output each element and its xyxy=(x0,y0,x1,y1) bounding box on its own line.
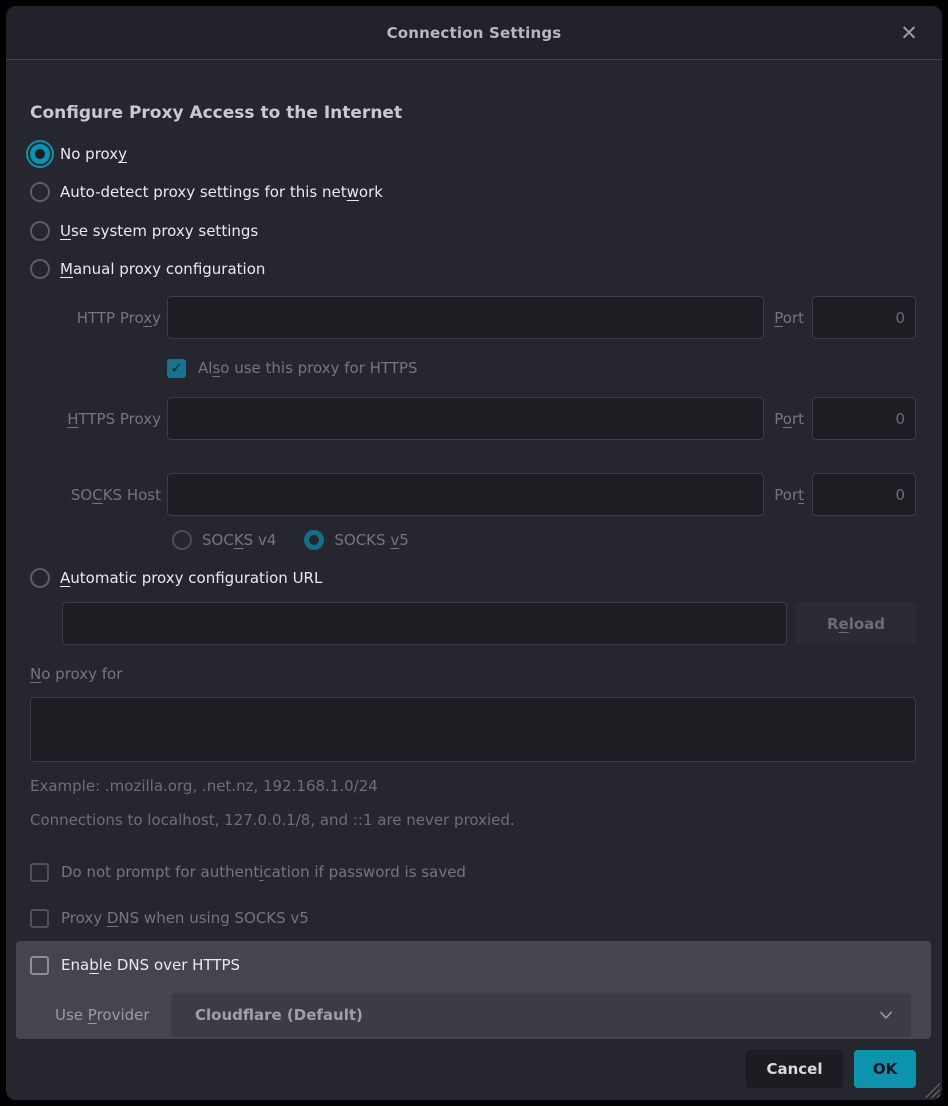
https-port-label: Port xyxy=(772,410,804,428)
auto-config-url-input[interactable] xyxy=(62,602,787,645)
radio-no-proxy[interactable] xyxy=(30,144,50,164)
close-icon[interactable]: ✕ xyxy=(892,6,926,60)
radio-row-auto-url[interactable]: Automatic proxy configuration URL xyxy=(30,565,916,591)
radio-no-proxy-label: No proxy xyxy=(60,145,127,163)
also-https-checkbox[interactable]: ✓ xyxy=(167,359,186,378)
no-prompt-auth-row[interactable]: Do not prompt for authentication if pass… xyxy=(30,859,916,885)
https-proxy-row: HTTPS Proxy Port xyxy=(30,397,916,440)
socks-host-row: SOCKS Host Port xyxy=(30,473,916,516)
radio-socks-v5[interactable] xyxy=(304,530,324,550)
https-proxy-input[interactable] xyxy=(167,397,764,440)
also-https-row[interactable]: ✓ Also use this proxy for HTTPS xyxy=(167,355,916,381)
proxy-dns-row[interactable]: Proxy DNS when using SOCKS v5 xyxy=(30,905,916,931)
https-port-input[interactable] xyxy=(812,397,916,440)
proxy-dns-checkbox[interactable] xyxy=(30,909,49,928)
no-prompt-auth-checkbox[interactable] xyxy=(30,863,49,882)
socks-host-input[interactable] xyxy=(167,473,764,516)
dialog-title: Connection Settings xyxy=(387,24,562,42)
socks-v4-label: SOCKS v4 xyxy=(202,531,276,549)
radio-auto-url-label: Automatic proxy configuration URL xyxy=(60,569,322,587)
http-port-input[interactable] xyxy=(812,296,916,339)
socks-v5-label: SOCKS v5 xyxy=(334,531,408,549)
radio-manual-proxy-label: Manual proxy configuration xyxy=(60,260,265,278)
radio-auto-url[interactable] xyxy=(30,568,50,588)
socks-v4-option[interactable]: SOCKS v4 xyxy=(172,530,276,550)
radio-socks-v4[interactable] xyxy=(172,530,192,550)
radio-auto-detect-label: Auto-detect proxy settings for this netw… xyxy=(60,183,383,201)
socks-v5-option[interactable]: SOCKS v5 xyxy=(304,530,408,550)
proxy-dns-label: Proxy DNS when using SOCKS v5 xyxy=(61,909,309,927)
reload-button[interactable]: Reload xyxy=(796,602,916,645)
socks-version-row: SOCKS v4 SOCKS v5 xyxy=(172,527,916,553)
use-provider-label: Use Provider xyxy=(55,1006,167,1024)
radio-system-proxy[interactable] xyxy=(30,221,50,241)
enable-doh-checkbox[interactable] xyxy=(30,956,49,975)
radio-row-system-proxy[interactable]: Use system proxy settings xyxy=(30,218,916,244)
http-proxy-row: HTTP Proxy Port xyxy=(30,296,916,339)
also-https-label: Also use this proxy for HTTPS xyxy=(198,359,418,377)
provider-dropdown[interactable]: Cloudflare (Default) xyxy=(171,993,911,1037)
ok-button[interactable]: OK xyxy=(854,1050,916,1088)
http-port-label: Port xyxy=(772,309,804,327)
provider-dropdown-value: Cloudflare (Default) xyxy=(195,1006,879,1024)
socks-port-label: Port xyxy=(772,486,804,504)
socks-port-input[interactable] xyxy=(812,473,916,516)
dialog-footer: Cancel OK xyxy=(30,1050,916,1088)
enable-doh-label: Enable DNS over HTTPS xyxy=(61,956,240,974)
radio-system-proxy-label: Use system proxy settings xyxy=(60,222,258,240)
socks-host-label: SOCKS Host xyxy=(30,486,161,504)
no-proxy-note-text: Connections to localhost, 127.0.0.1/8, a… xyxy=(30,811,916,833)
dialog-content: Configure Proxy Access to the Internet N… xyxy=(6,103,942,1088)
no-proxy-for-label: No proxy for xyxy=(30,665,916,688)
http-proxy-label: HTTP Proxy xyxy=(30,309,161,327)
no-prompt-auth-label: Do not prompt for authentication if pass… xyxy=(61,863,466,881)
radio-manual-proxy[interactable] xyxy=(30,259,50,279)
enable-doh-row[interactable]: Enable DNS over HTTPS xyxy=(30,952,911,978)
radio-auto-detect[interactable] xyxy=(30,182,50,202)
radio-row-no-proxy[interactable]: No proxy xyxy=(30,141,916,167)
page-title: Configure Proxy Access to the Internet xyxy=(30,103,916,126)
cancel-button[interactable]: Cancel xyxy=(746,1050,843,1088)
radio-row-manual-proxy[interactable]: Manual proxy configuration xyxy=(30,256,916,282)
provider-row: Use Provider Cloudflare (Default) xyxy=(30,993,911,1037)
auto-config-url-row: Reload xyxy=(62,602,916,645)
no-proxy-for-textarea[interactable] xyxy=(30,697,916,762)
no-proxy-example-text: Example: .mozilla.org, .net.nz, 192.168.… xyxy=(30,777,916,799)
radio-row-auto-detect[interactable]: Auto-detect proxy settings for this netw… xyxy=(30,179,916,205)
chevron-down-icon xyxy=(879,1008,893,1022)
dialog-titlebar: Connection Settings ✕ xyxy=(6,6,942,60)
http-proxy-input[interactable] xyxy=(167,296,764,339)
dns-over-https-section: Enable DNS over HTTPS Use Provider Cloud… xyxy=(16,941,931,1039)
connection-settings-dialog: Connection Settings ✕ Configure Proxy Ac… xyxy=(6,6,942,1100)
https-proxy-label: HTTPS Proxy xyxy=(30,410,161,428)
